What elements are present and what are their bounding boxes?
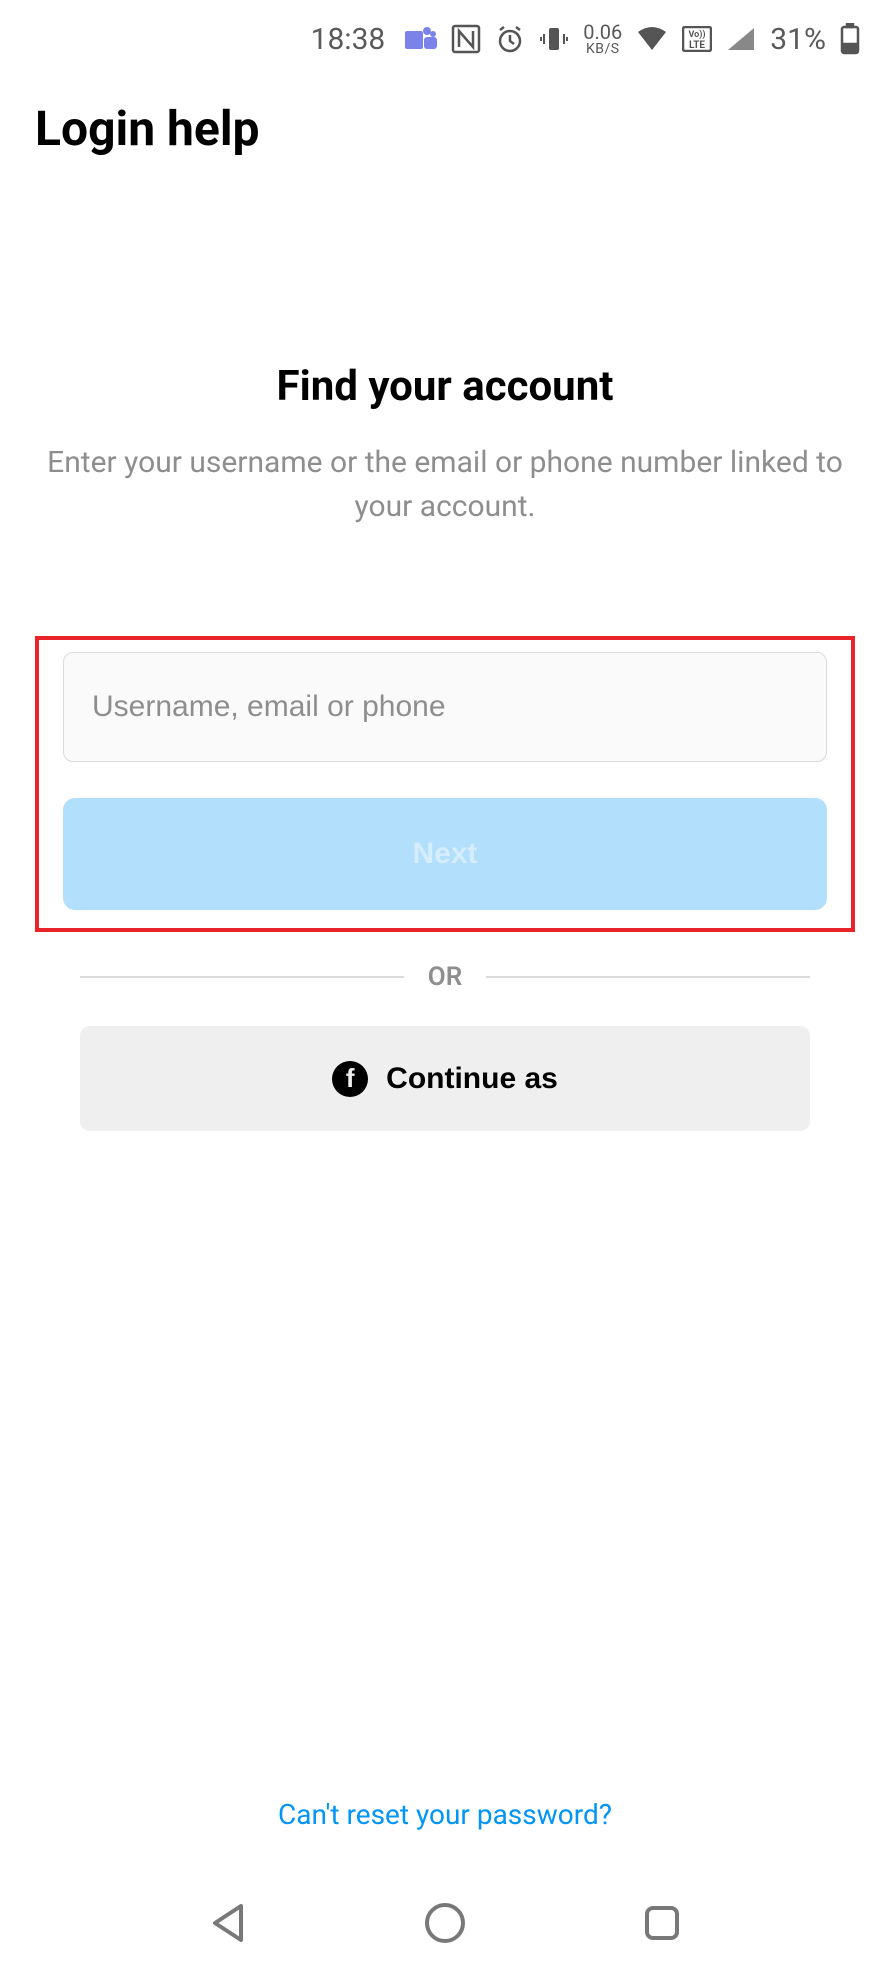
content-area: Find your account Enter your username or… bbox=[0, 362, 890, 1131]
status-time: 18:38 bbox=[311, 22, 386, 57]
svg-text:LTE: LTE bbox=[689, 40, 705, 51]
nfc-icon bbox=[451, 24, 481, 54]
battery-icon bbox=[840, 23, 860, 55]
divider-line-right bbox=[486, 976, 810, 978]
data-rate-icon: 0.06 KB/S bbox=[583, 22, 622, 56]
recent-apps-button[interactable] bbox=[632, 1893, 692, 1953]
wifi-icon bbox=[636, 26, 668, 52]
sub-heading: Enter your username or the email or phon… bbox=[35, 441, 855, 528]
svg-text:Vo)): Vo)) bbox=[689, 29, 706, 40]
data-rate-value: 0.06 bbox=[583, 22, 622, 42]
or-divider: OR bbox=[80, 962, 810, 992]
highlighted-form-area: Next bbox=[35, 636, 855, 932]
facebook-button-label: Continue as bbox=[386, 1062, 558, 1096]
or-text: OR bbox=[404, 962, 486, 992]
cant-reset-password-link[interactable]: Can't reset your password? bbox=[278, 1798, 612, 1831]
next-button[interactable]: Next bbox=[63, 798, 827, 910]
teams-icon bbox=[405, 25, 437, 53]
vibrate-icon bbox=[539, 24, 569, 54]
battery-percentage: 31% bbox=[770, 22, 826, 57]
page-title: Login help bbox=[0, 70, 890, 167]
android-nav-bar bbox=[0, 1868, 890, 1978]
status-bar: 18:38 0.06 KB/S Vo))LTE 31% bbox=[0, 0, 890, 70]
signal-icon bbox=[726, 26, 756, 52]
alarm-icon bbox=[495, 24, 525, 54]
data-rate-unit: KB/S bbox=[583, 42, 622, 56]
continue-with-facebook-button[interactable]: f Continue as bbox=[80, 1026, 810, 1131]
bottom-link-container: Can't reset your password? bbox=[0, 1798, 890, 1831]
heading-section: Find your account Enter your username or… bbox=[35, 362, 855, 528]
back-button[interactable] bbox=[198, 1893, 258, 1953]
username-email-phone-input[interactable] bbox=[63, 652, 827, 762]
main-heading: Find your account bbox=[35, 362, 855, 411]
volte-icon: Vo))LTE bbox=[682, 26, 712, 52]
home-button[interactable] bbox=[415, 1893, 475, 1953]
facebook-icon: f bbox=[332, 1061, 368, 1097]
divider-line-left bbox=[80, 976, 404, 978]
